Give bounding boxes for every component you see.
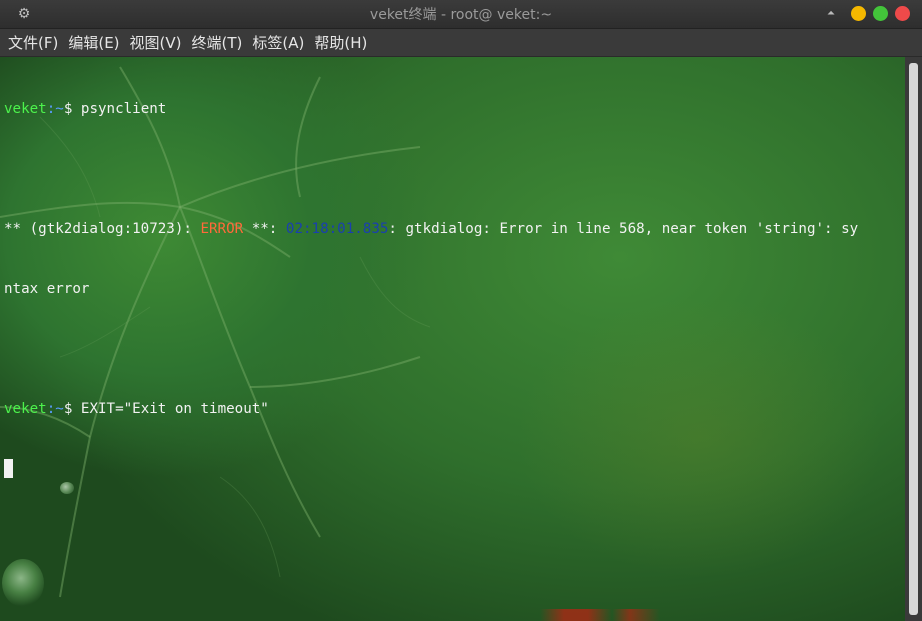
terminal-line: veket:~$ psynclient: [4, 99, 904, 119]
background-mark: [540, 609, 660, 621]
menu-view[interactable]: 视图(V): [130, 30, 182, 55]
menu-bar: 文件(F) 编辑(E) 视图(V) 终端(T) 标签(A) 帮助(H): [0, 29, 922, 57]
terminal-line: [4, 459, 904, 479]
error-timestamp: 02:18:01.835: [285, 221, 389, 237]
text-cursor: [4, 459, 13, 478]
close-button[interactable]: [895, 6, 910, 21]
prompt-path: :~: [46, 401, 64, 417]
dewdrop-image: [2, 559, 44, 607]
terminal-line: ** (gtk2dialog:10723): ERROR **: 02:18:0…: [4, 219, 904, 239]
menu-terminal[interactable]: 终端(T): [192, 30, 243, 55]
prompt-host: veket: [4, 401, 47, 417]
minimize-button[interactable]: [851, 6, 866, 21]
eject-icon[interactable]: ⏶: [824, 7, 838, 21]
window-title: veket终端 - root@ veket:~: [369, 7, 553, 23]
vertical-scrollbar[interactable]: [905, 57, 922, 621]
scrollbar-thumb[interactable]: [909, 63, 918, 615]
maximize-button[interactable]: [873, 6, 888, 21]
error-mid: **:: [243, 221, 286, 237]
terminal-output[interactable]: veket:~$ psynclient ** (gtk2dialog:10723…: [0, 57, 905, 621]
gear-icon[interactable]: ⚙: [16, 6, 32, 22]
window-controls: ⏶: [824, 6, 910, 21]
error-prefix: ** (gtk2dialog:10723):: [4, 221, 201, 237]
error-label: ERROR: [200, 221, 244, 237]
menu-edit[interactable]: 编辑(E): [68, 30, 119, 55]
terminal-line: veket:~$ EXIT="Exit on timeout": [4, 399, 904, 419]
error-message-continued: ntax error: [4, 281, 90, 297]
menu-tabs[interactable]: 标签(A): [252, 30, 304, 55]
menu-help[interactable]: 帮助(H): [314, 30, 367, 55]
menu-file[interactable]: 文件(F): [8, 30, 58, 55]
title-bar[interactable]: ⚙ veket终端 - root@ veket:~ ⏶: [0, 0, 922, 29]
prompt-path: :~: [46, 101, 64, 117]
error-message: : gtkdialog: Error in line 568, near tok…: [388, 221, 859, 237]
terminal-lines: veket:~$ psynclient ** (gtk2dialog:10723…: [4, 59, 904, 519]
command-text: EXIT="Exit on timeout": [72, 401, 269, 417]
terminal-window: ⚙ veket终端 - root@ veket:~ ⏶ 文件(F) 编辑(E) …: [0, 0, 922, 621]
command-text: psynclient: [72, 101, 167, 117]
terminal-line: ntax error: [4, 279, 904, 299]
prompt-host: veket: [4, 101, 47, 117]
